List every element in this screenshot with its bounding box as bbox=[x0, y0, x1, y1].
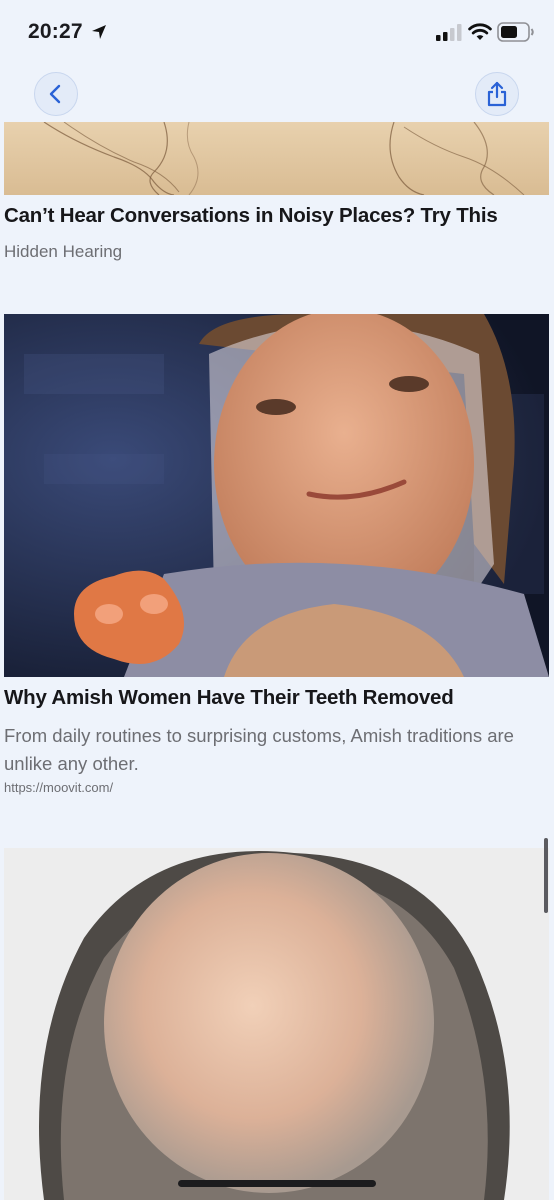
share-button[interactable] bbox=[475, 72, 519, 116]
article-image-scalp[interactable] bbox=[4, 848, 549, 1200]
home-indicator[interactable] bbox=[178, 1180, 376, 1187]
battery-icon bbox=[497, 22, 534, 42]
article-image-woman[interactable] bbox=[4, 314, 549, 677]
status-bar: 20:27 bbox=[0, 0, 554, 62]
cellular-signal-icon bbox=[436, 24, 462, 41]
location-arrow-icon bbox=[92, 25, 106, 39]
status-time: 20:27 bbox=[28, 20, 83, 43]
back-button[interactable] bbox=[34, 72, 78, 116]
article-url[interactable]: https://moovit.com/ bbox=[4, 780, 113, 795]
scrollbar[interactable] bbox=[544, 838, 548, 913]
article-image-sketch[interactable] bbox=[4, 122, 549, 195]
article-description: From daily routines to surprising custom… bbox=[4, 725, 514, 774]
chevron-left-icon bbox=[49, 84, 61, 104]
share-icon bbox=[487, 81, 507, 107]
article-headline[interactable]: Can’t Hear Conversations in Noisy Places… bbox=[4, 204, 549, 228]
wifi-icon bbox=[468, 23, 492, 40]
article-headline[interactable]: Why Amish Women Have Their Teeth Removed bbox=[4, 686, 549, 710]
article-source: Hidden Hearing bbox=[4, 242, 123, 261]
